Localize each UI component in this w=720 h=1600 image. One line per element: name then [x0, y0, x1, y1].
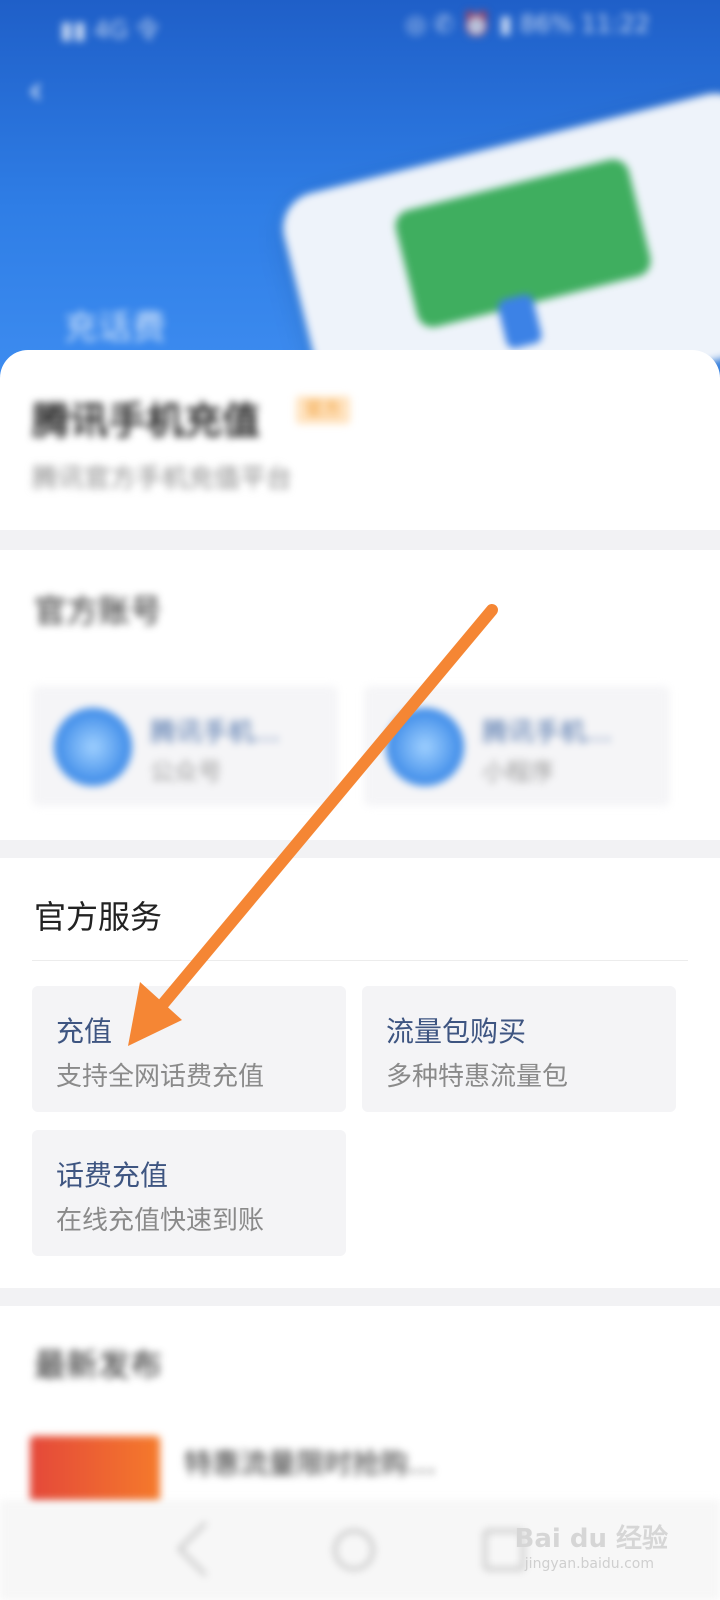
baidu-watermark: Bai du 经验 [514, 1524, 669, 1554]
baidu-watermark-url: jingyan.baidu.com [524, 1556, 654, 1572]
annotation-arrow [128, 604, 498, 1046]
arrow-shaft [142, 604, 498, 1028]
